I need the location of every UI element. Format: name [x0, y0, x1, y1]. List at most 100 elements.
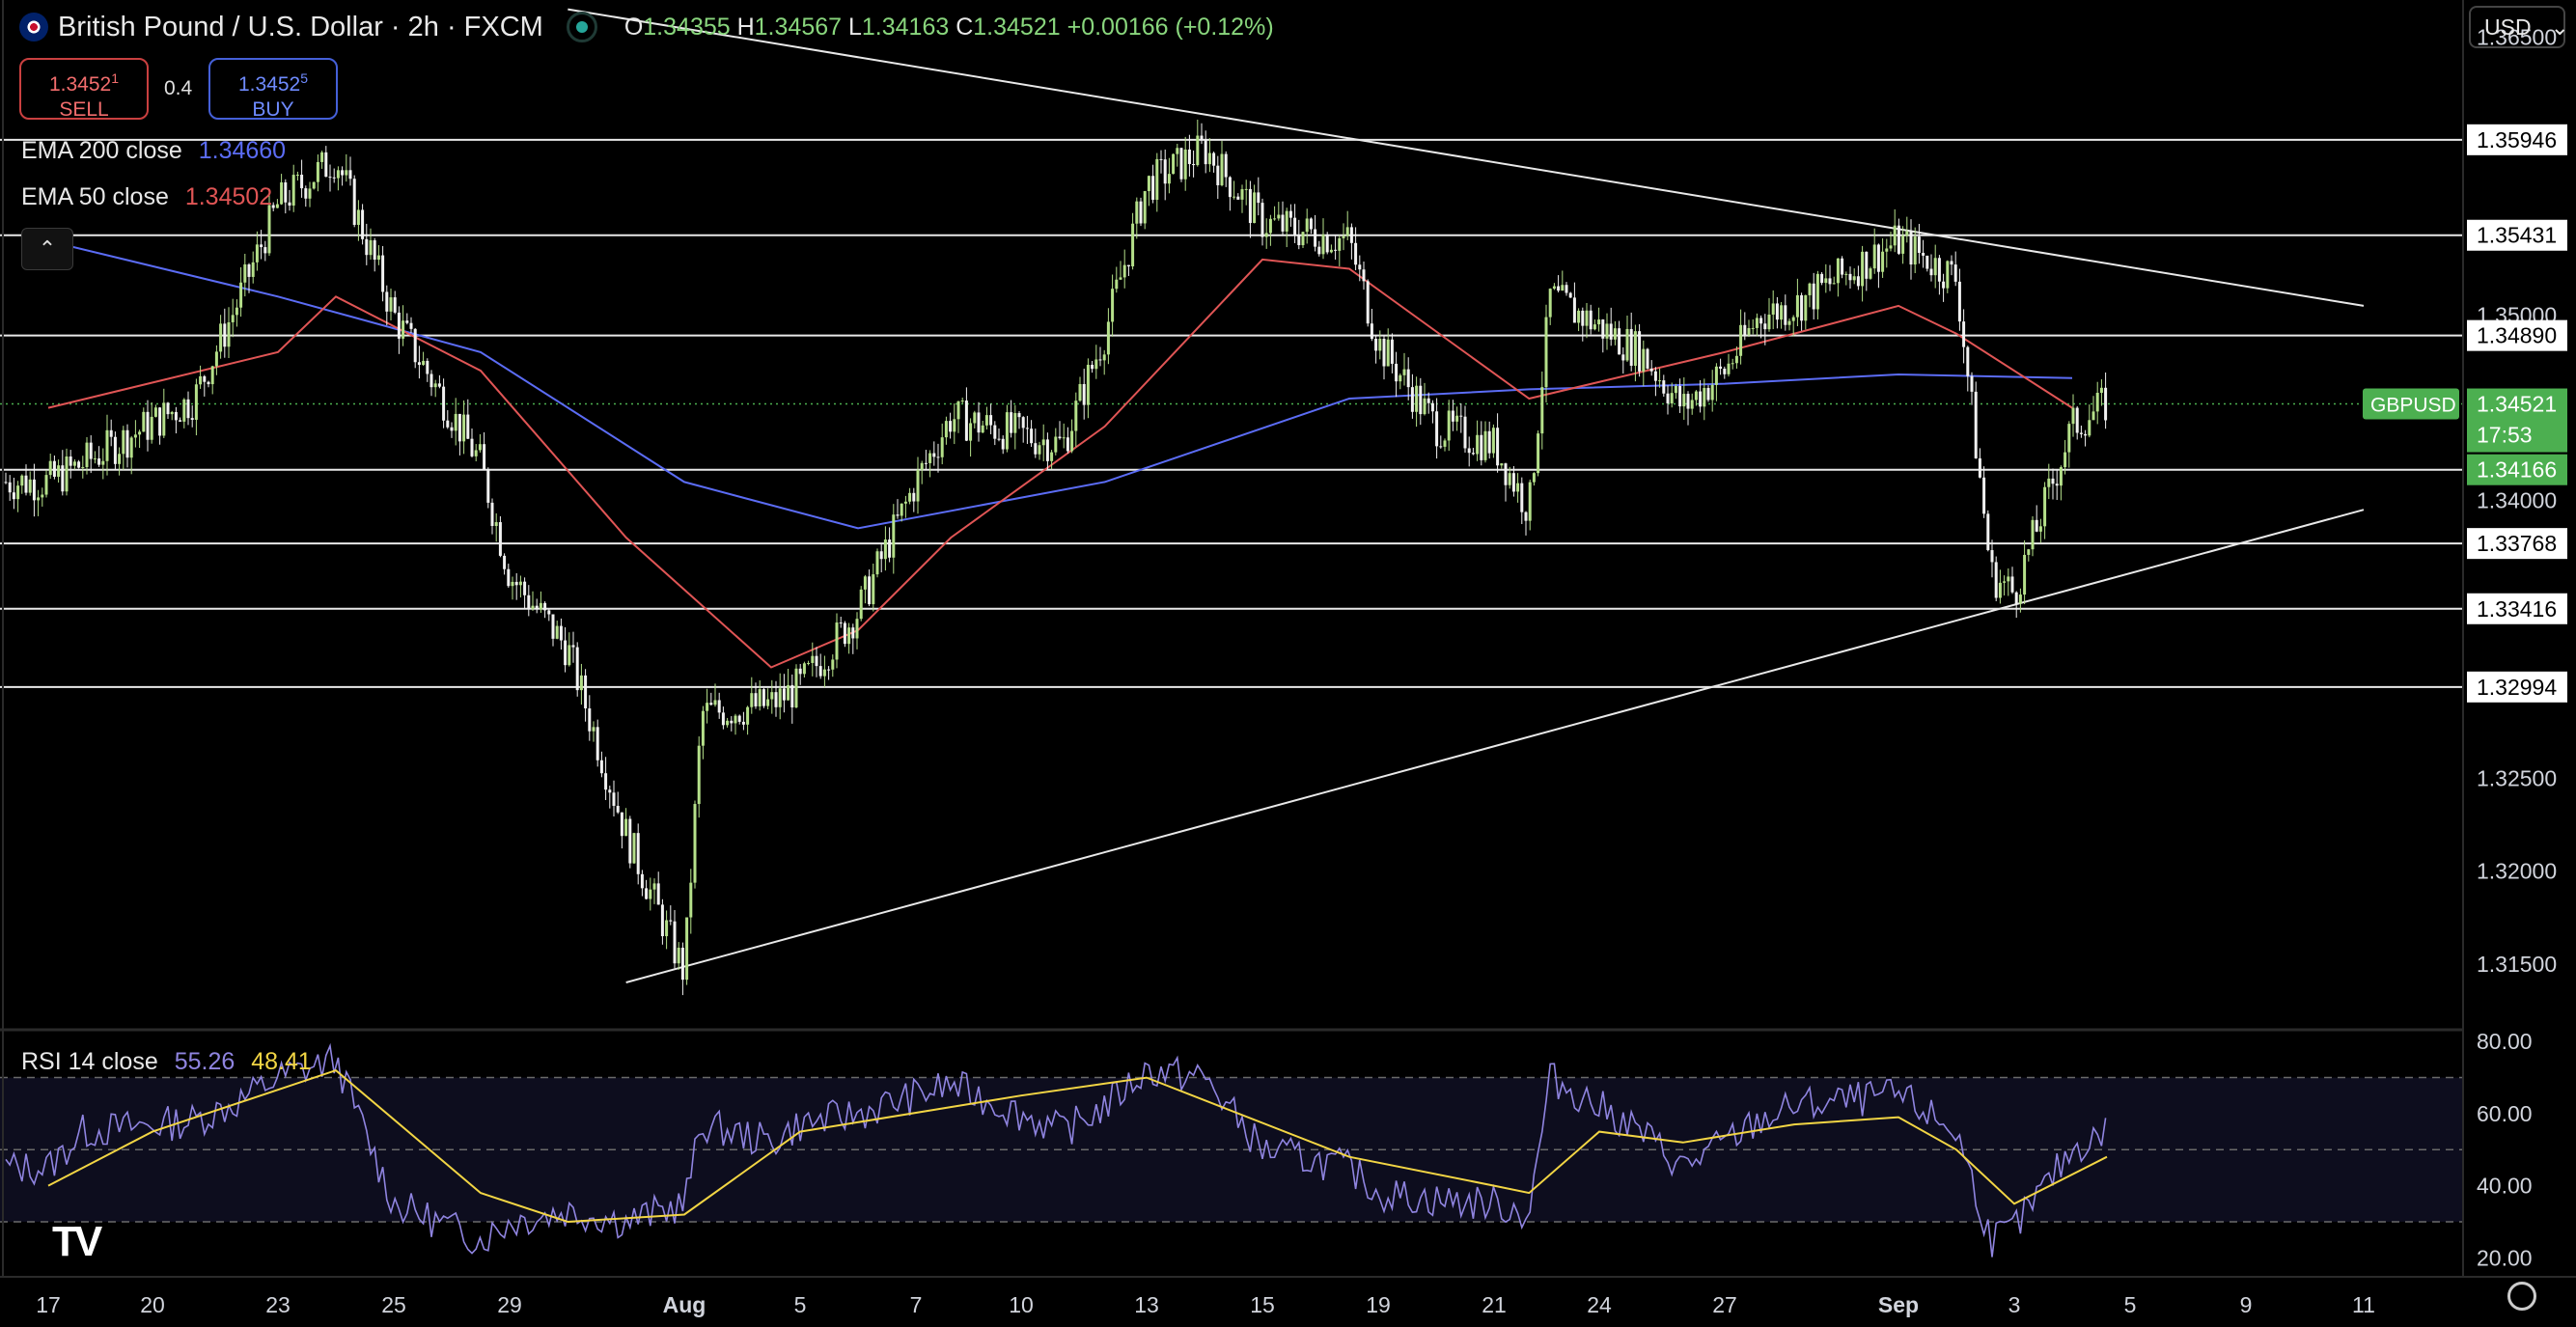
candle-body [356, 209, 360, 225]
candle-body [1038, 445, 1041, 455]
collapse-legend-button[interactable]: ⌃ [21, 228, 73, 270]
candle-body [1147, 176, 1150, 192]
candle-body [1791, 317, 1795, 321]
candle-body [944, 421, 948, 438]
candle-body [1528, 482, 1532, 521]
candle-body [2104, 387, 2108, 421]
candle-body [1066, 437, 1069, 452]
candle-body [1135, 201, 1139, 224]
sell-price-pip: 1 [111, 70, 120, 86]
ema50-legend[interactable]: EMA 50 close 1.34502 [21, 183, 272, 211]
candle-body [645, 888, 649, 899]
candle-body [1086, 364, 1090, 405]
candle-body [93, 458, 97, 460]
candle-body [28, 479, 32, 493]
candle-body [1321, 234, 1325, 255]
time-axis-label: 10 [1009, 1292, 1034, 1317]
candle-body [2007, 576, 2010, 582]
price-axis-label: 1.32500 [2477, 766, 2557, 791]
candle-body [1163, 159, 1167, 184]
symbol-title[interactable]: British Pound / U.S. Dollar · 2h · FXCM [58, 12, 543, 43]
rsi-legend[interactable]: RSI 14 close 55.26 48.41 [21, 1048, 312, 1076]
candle-body [69, 456, 72, 466]
candle-body [275, 204, 279, 208]
candle-body [1763, 323, 1767, 330]
candle-body [1731, 363, 1734, 365]
candle-body [308, 188, 312, 199]
candle-body [65, 456, 69, 492]
candle-body [511, 581, 514, 587]
candle-body [417, 362, 421, 366]
candle-body [596, 727, 599, 760]
candle-body [1451, 410, 1454, 422]
candle-body [1893, 225, 1897, 246]
candle-body [442, 386, 446, 421]
price-pane[interactable] [0, 8, 2463, 996]
candle-body [685, 917, 689, 981]
tradingview-logo[interactable]: TV [52, 1218, 102, 1266]
currency-select[interactable]: USD ⌄ [2469, 6, 2569, 48]
candle-body [640, 873, 644, 889]
candle-body [1264, 233, 1268, 237]
candle-body [746, 706, 750, 725]
candle-body [1402, 369, 1406, 375]
candle-body [389, 297, 393, 312]
candle-body [77, 461, 81, 468]
sell-button[interactable]: 1.34521 SELL [19, 58, 149, 121]
candle-body [483, 444, 486, 470]
buy-label: BUY [252, 98, 294, 121]
chart-canvas[interactable]: 1.365001.350001.340001.325001.320001.315… [0, 0, 2576, 1327]
candle-body [2003, 581, 2007, 583]
candle-body [312, 181, 316, 189]
market-status-icon[interactable] [566, 12, 597, 42]
candle-body [1856, 276, 1860, 287]
candle-body [1747, 327, 1751, 336]
candle-body [1734, 355, 1738, 364]
candle-body [1751, 327, 1755, 329]
candle-body [1784, 305, 1787, 325]
time-axis-label: 23 [265, 1292, 291, 1317]
candle-body [1443, 440, 1447, 447]
candle-body [214, 351, 218, 367]
candle-body [20, 475, 24, 486]
candle-body [815, 655, 818, 667]
candle-body [539, 602, 542, 610]
time-axis-label: 13 [1134, 1292, 1159, 1317]
rsi-pane[interactable] [0, 1042, 2463, 1258]
candle-body [1041, 439, 1045, 446]
buy-button[interactable]: 1.34525 BUY [208, 58, 338, 121]
gear-icon[interactable] [2507, 1282, 2536, 1311]
candle-body [888, 539, 892, 558]
level-price-label: 1.35946 [2477, 127, 2557, 152]
candle-body [1767, 314, 1771, 330]
candle-body [1642, 348, 1646, 372]
candle-body [1406, 369, 1410, 388]
candle-body [822, 669, 826, 677]
candle-body [868, 576, 872, 605]
candle-body [689, 882, 693, 918]
time-axis-label: 11 [2352, 1292, 2375, 1317]
trendline[interactable] [625, 509, 2365, 983]
candle-body [1974, 391, 1978, 458]
candle-body [535, 605, 539, 610]
candle-body [900, 503, 903, 516]
candle-body [656, 883, 660, 905]
candle-body [932, 453, 936, 457]
candle-body [503, 555, 507, 569]
candle-body [1889, 245, 1893, 249]
rsi-axis-label: 20.00 [2477, 1245, 2533, 1270]
rsi-label: RSI 14 close [21, 1048, 158, 1075]
candle-body [872, 574, 875, 605]
candle-body [1674, 385, 1677, 394]
candle-body [523, 581, 527, 595]
candle-body [1248, 188, 1252, 224]
candle-body [1297, 235, 1301, 246]
candle-body [1511, 473, 1515, 492]
candle-body [381, 255, 385, 292]
candle-body [113, 436, 117, 464]
ema200-legend[interactable]: EMA 200 close 1.34660 [21, 137, 286, 165]
candle-body [1978, 457, 1981, 478]
candle-body [300, 174, 304, 189]
trendline[interactable] [568, 8, 2365, 307]
candle-body [179, 420, 182, 422]
